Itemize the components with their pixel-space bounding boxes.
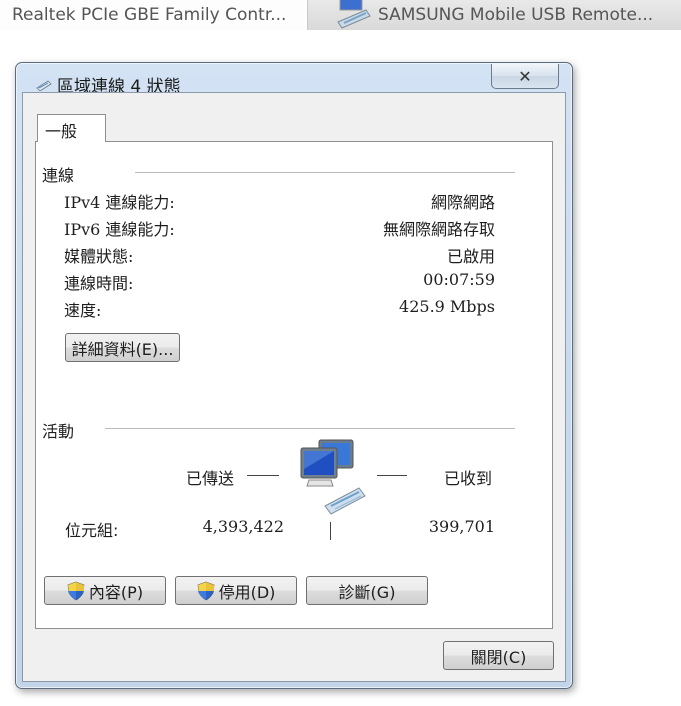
duration-label: 連線時間: (64, 274, 134, 293)
network-computers-icon (300, 439, 366, 515)
media-state-value: 已啟用 (446, 247, 495, 266)
activity-group-divider (105, 428, 515, 429)
speed-label: 速度: (64, 301, 102, 320)
ipv4-value: 網際網路 (430, 193, 495, 212)
properties-button[interactable]: 內容(P) (44, 576, 166, 605)
background-item-samsung[interactable]: SAMSUNG Mobile USB Remote... (307, 0, 681, 30)
bytes-label: 位元組: (65, 521, 119, 540)
background-item-label: SAMSUNG Mobile USB Remote... (378, 5, 654, 25)
diagnose-button-label: 診斷(G) (338, 582, 396, 602)
uac-shield-icon (67, 581, 85, 600)
general-panel: 連線 IPv4 連線能力: 網際網路 IPv6 連線能力: 無網際網路存取 媒體… (35, 141, 553, 629)
bytes-received-value: 399,701 (428, 517, 495, 536)
connection-group-header: 連線 (42, 166, 75, 185)
close-window-button[interactable]: ✕ (491, 64, 559, 89)
ipv6-value: 無網際網路存取 (382, 220, 495, 239)
connection-group-divider (135, 172, 515, 173)
received-dash (377, 475, 407, 476)
details-button-label: 詳細資料(E)... (71, 339, 174, 359)
tab-general-label: 一般 (45, 122, 78, 141)
close-button[interactable]: 關閉(C) (443, 641, 554, 670)
close-icon: ✕ (518, 66, 532, 86)
background-item-label: Realtek PCIe GBE Family Contr... (12, 5, 287, 25)
dialog-client-area: 一般 連線 IPv4 連線能力: 網際網路 IPv6 連線能力: 無網際網路存取… (22, 92, 566, 682)
bytes-sent-value: 4,393,422 (202, 517, 284, 536)
network-connection-icon (36, 80, 52, 91)
received-label: 已收到 (444, 469, 493, 488)
speed-value: 425.9 Mbps (399, 297, 495, 316)
disable-button-label: 停用(D) (218, 582, 276, 602)
activity-center-divider (330, 522, 331, 540)
properties-button-label: 內容(P) (88, 582, 144, 602)
network-status-dialog: 區域連線 4 狀態 ✕ 一般 連線 IPv4 連線能力: 網際網路 IPv6 連… (15, 62, 573, 689)
uac-shield-icon (197, 581, 214, 600)
background-item-realtek[interactable]: Realtek PCIe GBE Family Contr... (0, 0, 306, 30)
activity-group-header: 活動 (42, 422, 75, 441)
ipv6-label: IPv6 連線能力: (64, 220, 175, 239)
sent-dash (247, 475, 279, 476)
network-icon (308, 0, 378, 30)
tab-general[interactable]: 一般 (37, 114, 106, 142)
sent-label: 已傳送 (186, 469, 235, 488)
ipv4-label: IPv4 連線能力: (64, 193, 175, 212)
media-state-label: 媒體狀態: (64, 247, 134, 266)
close-button-label: 關閉(C) (470, 647, 527, 667)
duration-value: 00:07:59 (423, 270, 495, 289)
disable-button[interactable]: 停用(D) (175, 576, 297, 605)
details-button[interactable]: 詳細資料(E)... (65, 333, 180, 362)
diagnose-button[interactable]: 診斷(G) (306, 576, 428, 605)
